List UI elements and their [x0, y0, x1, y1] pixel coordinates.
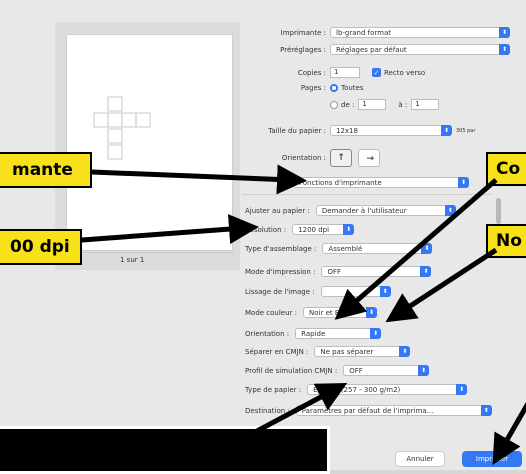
arrow-to-section-popup [91, 164, 307, 195]
annotation-arrows [81, 164, 526, 465]
arrow-to-resolution [81, 214, 259, 245]
arrow-to-color-arrow [385, 247, 498, 323]
arrow-to-print-button [492, 401, 526, 465]
arrow-to-color-mode [334, 178, 498, 320]
arrow-to-paper-type [238, 382, 348, 443]
